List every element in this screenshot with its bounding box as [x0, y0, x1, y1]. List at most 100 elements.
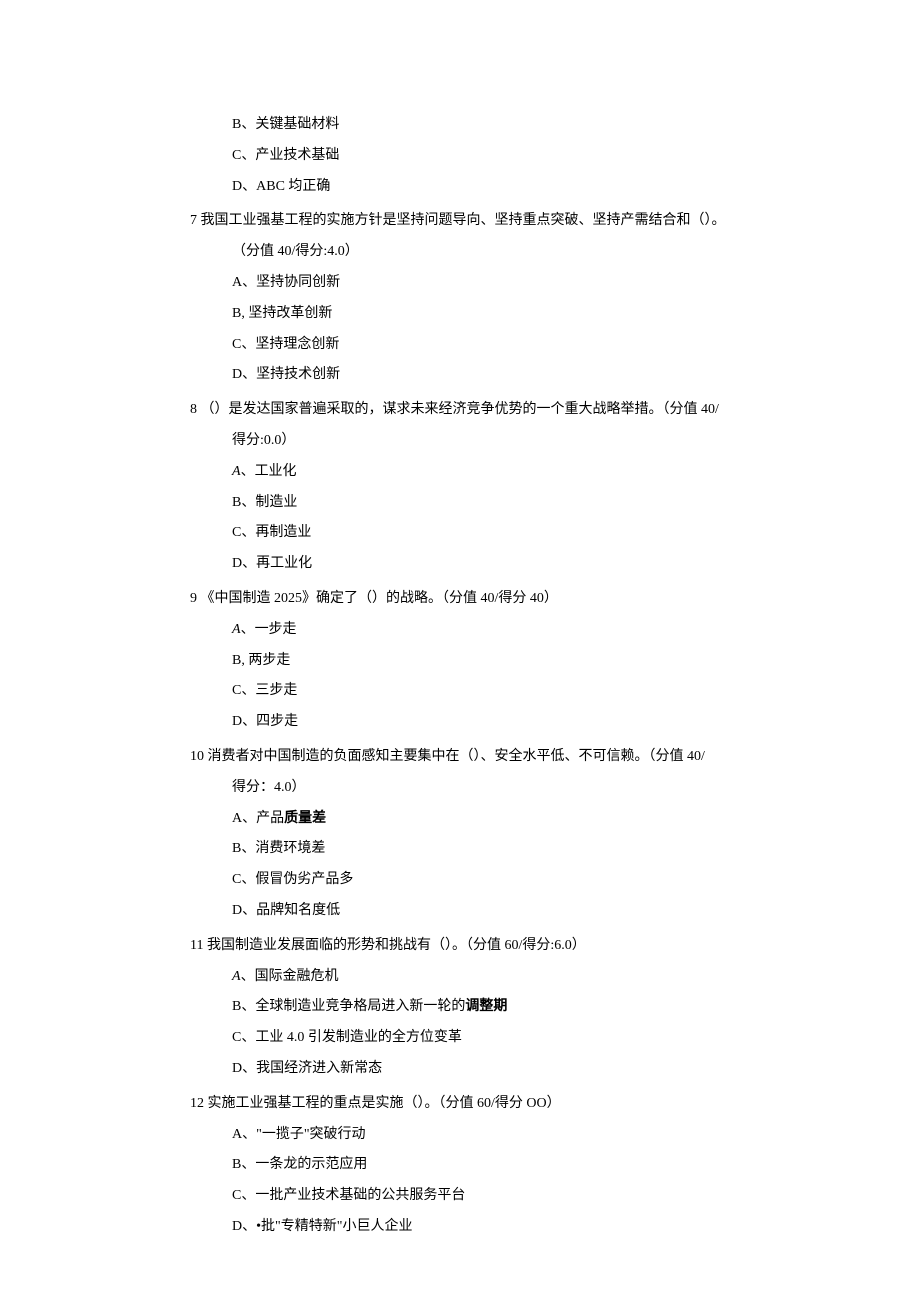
option-line: A、国际金融危机 — [190, 962, 790, 993]
option-label: B, — [232, 653, 248, 668]
option-text: 消费环境差 — [255, 841, 325, 856]
option-text: 一条龙的示范应用 — [255, 1157, 367, 1172]
question-block: 12 实施工业强基工程的重点是实施（）。（分值 60/得分 OO）A、"一揽子"… — [190, 1089, 790, 1243]
question-line: 9 《中国制造 2025》确定了（）的战略。（分值 40/得分 40） — [190, 584, 790, 615]
option-text: 工业 4.0 引发制造业的全方位变革 — [255, 1030, 462, 1045]
option-text: 坚持改革创新 — [248, 306, 332, 321]
option-line: B、一条龙的示范应用 — [190, 1150, 790, 1181]
option-label: B、 — [232, 117, 255, 132]
option-label: D、 — [232, 903, 256, 918]
question-number: 11 — [190, 938, 203, 953]
option-text: 坚持协同创新 — [256, 275, 340, 290]
option-label: D、 — [232, 179, 256, 194]
option-line: C、再制造业 — [190, 518, 790, 549]
questions-container: 7 我国工业强基工程的实施方针是坚持问题导向、坚持重点突破、坚持产需结合和（）。… — [190, 206, 790, 1242]
option-text: •批"专精特新"小巨人企业 — [256, 1219, 412, 1234]
option-label-italic: A — [232, 969, 241, 984]
option-label: C、 — [232, 683, 255, 698]
option-line: A、"一揽子"突破行动 — [190, 1120, 790, 1151]
option-line: B, 坚持改革创新 — [190, 299, 790, 330]
option-text: 三步走 — [255, 683, 297, 698]
option-line: C、工业 4.0 引发制造业的全方位变革 — [190, 1023, 790, 1054]
option-text: 关键基础材料 — [255, 117, 339, 132]
option-text: 坚持技术创新 — [256, 367, 340, 382]
question-number: 9 — [190, 591, 197, 606]
option-text: ABC 均正确 — [256, 179, 330, 194]
option-line: C、产业技术基础 — [190, 141, 790, 172]
option-line: A、产品质量差 — [190, 804, 790, 835]
option-text: 四步走 — [256, 714, 298, 729]
option-text: 再工业化 — [256, 556, 312, 571]
question-text: 我国制造业发展面临的形势和挑战有（）。（分值 60/得分:6.0） — [203, 938, 585, 953]
question-block: 11 我国制造业发展面临的形势和挑战有（）。（分值 60/得分:6.0）A、国际… — [190, 931, 790, 1085]
option-label: D、 — [232, 1219, 256, 1234]
option-line: B、关键基础材料 — [190, 110, 790, 141]
option-label: D、 — [232, 1061, 256, 1076]
question-block: 7 我国工业强基工程的实施方针是坚持问题导向、坚持重点突破、坚持产需结合和（）。… — [190, 206, 790, 391]
option-label-italic: A — [232, 622, 241, 637]
option-line: C、一批产业技术基础的公共服务平台 — [190, 1181, 790, 1212]
option-text-bold: 调整期 — [465, 999, 507, 1014]
option-label: D、 — [232, 556, 256, 571]
option-text: 国际金融危机 — [255, 969, 339, 984]
score-line: 得分：4.0） — [190, 773, 790, 804]
option-label: A、 — [232, 811, 256, 826]
question-number: 10 — [190, 749, 204, 764]
orphan-options-block: B、关键基础材料C、产业技术基础D、ABC 均正确 — [190, 110, 790, 202]
option-label: B、 — [232, 999, 255, 1014]
option-text: 产业技术基础 — [255, 148, 339, 163]
option-label: C、 — [232, 1188, 255, 1203]
option-text-pre: 全球制造业竞争格局进入新一轮的 — [255, 999, 465, 1014]
option-text: 一批产业技术基础的公共服务平台 — [255, 1188, 465, 1203]
option-line: D、ABC 均正确 — [190, 172, 790, 203]
question-line: 11 我国制造业发展面临的形势和挑战有（）。（分值 60/得分:6.0） — [190, 931, 790, 962]
option-label: A、 — [232, 275, 256, 290]
question-block: 9 《中国制造 2025》确定了（）的战略。（分值 40/得分 40）A、一步走… — [190, 584, 790, 738]
option-line: A、工业化 — [190, 457, 790, 488]
option-label: C、 — [232, 148, 255, 163]
question-line: 12 实施工业强基工程的重点是实施（）。（分值 60/得分 OO） — [190, 1089, 790, 1120]
question-number: 8 — [190, 402, 197, 417]
option-label-italic: A — [232, 464, 241, 479]
option-text: 两步走 — [248, 653, 290, 668]
document-page: B、关键基础材料C、产业技术基础D、ABC 均正确 7 我国工业强基工程的实施方… — [0, 0, 920, 1307]
option-label: C、 — [232, 1030, 255, 1045]
question-text: 实施工业强基工程的重点是实施（）。（分值 60/得分 OO） — [204, 1096, 561, 1111]
score-line: 得分:0.0） — [190, 426, 790, 457]
option-line: D、•批"专精特新"小巨人企业 — [190, 1212, 790, 1243]
score-line: （分值 40/得分:4.0） — [190, 237, 790, 268]
option-text: 坚持理念创新 — [255, 337, 339, 352]
question-block: 8 （）是发达国家普遍采取的，谋求未来经济竞争优势的一个重大战略举措。（分值 4… — [190, 395, 790, 580]
option-label: B, — [232, 306, 248, 321]
option-text: 假冒伪劣产品多 — [255, 872, 353, 887]
option-text: 制造业 — [255, 495, 297, 510]
option-text-pre: 产品 — [256, 811, 284, 826]
option-line: B、消费环境差 — [190, 834, 790, 865]
question-line: 7 我国工业强基工程的实施方针是坚持问题导向、坚持重点突破、坚持产需结合和（）。 — [190, 206, 790, 237]
option-line: C、坚持理念创新 — [190, 330, 790, 361]
option-line: B、制造业 — [190, 488, 790, 519]
option-label: B、 — [232, 841, 255, 856]
option-label: C、 — [232, 525, 255, 540]
option-label-rest: 、 — [241, 969, 255, 984]
option-label: B、 — [232, 1157, 255, 1172]
option-line: D、坚持技术创新 — [190, 360, 790, 391]
option-line: D、我国经济进入新常态 — [190, 1054, 790, 1085]
question-block: 10 消费者对中国制造的负面感知主要集中在（）、安全水平低、不可信赖。（分值 4… — [190, 742, 790, 927]
question-text: 消费者对中国制造的负面感知主要集中在（）、安全水平低、不可信赖。（分值 40/ — [204, 749, 705, 764]
option-label: D、 — [232, 714, 256, 729]
option-text: 再制造业 — [255, 525, 311, 540]
option-line: C、三步走 — [190, 676, 790, 707]
option-line: B, 两步走 — [190, 646, 790, 677]
option-line: D、再工业化 — [190, 549, 790, 580]
option-label-rest: 、 — [241, 622, 255, 637]
question-number: 12 — [190, 1096, 204, 1111]
option-line: A、坚持协同创新 — [190, 268, 790, 299]
option-label-rest: 、 — [241, 464, 255, 479]
option-line: C、假冒伪劣产品多 — [190, 865, 790, 896]
option-text: 品牌知名度低 — [256, 903, 340, 918]
option-label: A、 — [232, 1127, 256, 1142]
option-label: D、 — [232, 367, 256, 382]
question-line: 10 消费者对中国制造的负面感知主要集中在（）、安全水平低、不可信赖。（分值 4… — [190, 742, 790, 773]
question-line: 8 （）是发达国家普遍采取的，谋求未来经济竞争优势的一个重大战略举措。（分值 4… — [190, 395, 790, 426]
